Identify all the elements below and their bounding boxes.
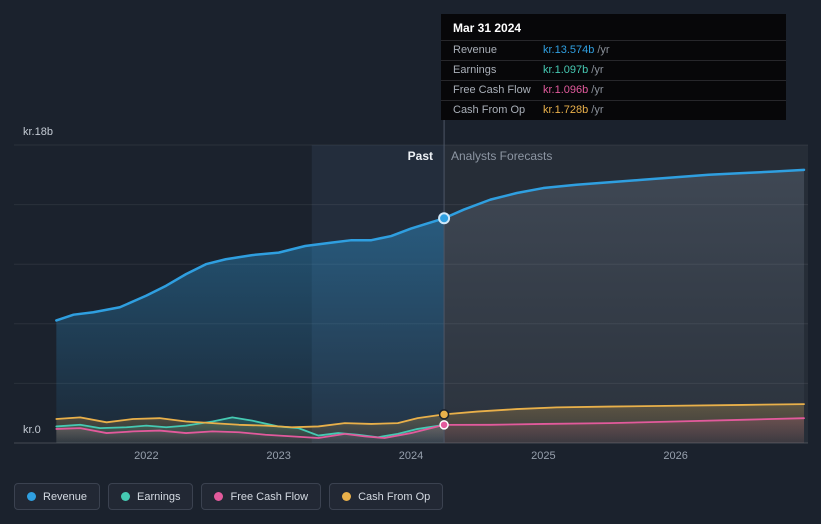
chart-plot-area[interactable] (14, 145, 808, 443)
tooltip-value: kr.13.574b (543, 44, 595, 56)
tooltip-label: Free Cash Flow (453, 84, 531, 96)
financials-chart-panel: kr.18b kr.0 Past Analysts Forecasts 2022… (0, 0, 821, 524)
x-tick: 2024 (398, 450, 424, 462)
y-axis-zero-label: kr.0 (23, 424, 41, 436)
x-tick: 2025 (531, 450, 556, 462)
cash-from-op-legend-dot-icon (342, 492, 352, 501)
chart-legend: Revenue Earnings Free Cash Flow Cash Fro… (14, 483, 444, 510)
tooltip-row: Free Cash Flow kr.1.096b /yr (441, 80, 786, 100)
legend-item[interactable]: Earnings (108, 483, 194, 510)
tooltip-unit: /yr (591, 84, 604, 96)
tooltip-row: Cash From Op kr.1.728b /yr (441, 100, 786, 120)
legend-label: Free Cash Flow (230, 490, 309, 503)
legend-item[interactable]: Cash From Op (329, 483, 444, 510)
tooltip-label: Earnings (453, 64, 497, 76)
analysts-forecasts-label: Analysts Forecasts (451, 149, 553, 163)
y-axis-max-label: kr.18b (23, 126, 53, 138)
tooltip-value: kr.1.097b (543, 64, 589, 76)
earnings-legend-dot-icon (121, 492, 131, 501)
legend-item[interactable]: Revenue (14, 483, 101, 510)
tooltip-value: kr.1.728b (543, 104, 589, 116)
chart-tooltip: Mar 31 2024 Revenue kr.13.574b /yr Earni… (441, 14, 786, 120)
tooltip-unit: /yr (591, 64, 604, 76)
tooltip-label: Cash From Op (453, 104, 526, 116)
past-label: Past (407, 149, 433, 163)
tooltip-unit: /yr (591, 104, 604, 116)
tooltip-unit: /yr (597, 44, 610, 56)
legend-item[interactable]: Free Cash Flow (201, 483, 322, 510)
x-tick: 2026 (663, 450, 688, 462)
free-cash-flow-legend-dot-icon (214, 492, 224, 501)
tooltip-label: Revenue (453, 44, 498, 56)
legend-label: Earnings (137, 490, 181, 503)
revenue-legend-dot-icon (27, 492, 36, 501)
x-tick: 2022 (134, 450, 159, 462)
tooltip-row: Revenue kr.13.574b /yr (441, 40, 786, 60)
legend-label: Revenue (43, 490, 88, 503)
tooltip-value: kr.1.096b (543, 84, 589, 96)
tooltip-row: Earnings kr.1.097b /yr (441, 60, 786, 80)
tooltip-date: Mar 31 2024 (453, 21, 522, 35)
legend-label: Cash From Op (358, 490, 431, 503)
x-tick: 2023 (266, 450, 291, 462)
